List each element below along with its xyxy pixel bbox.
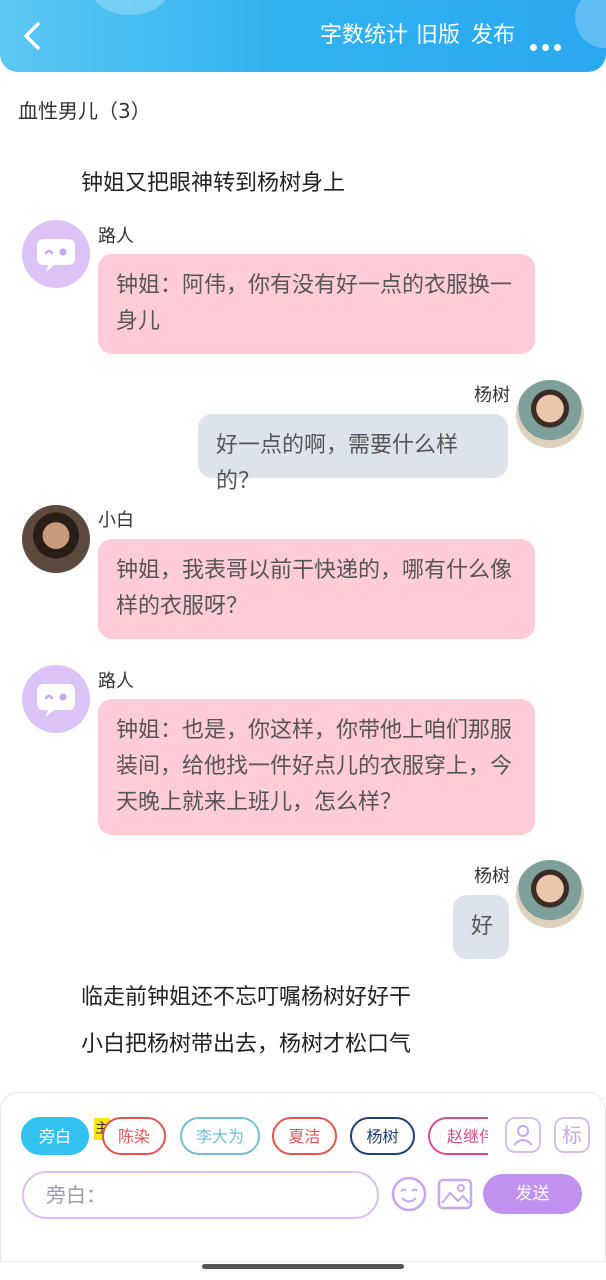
top-bar: 字数统计 旧版 发布 <box>0 0 606 72</box>
image-icon[interactable] <box>436 1175 474 1213</box>
speaker-name: 杨树 <box>474 385 510 406</box>
avatar-passerby[interactable] <box>22 665 90 733</box>
message-line: 天晚上就来上班儿，怎么样？ <box>116 790 403 815</box>
message-line: 钟姐：阿伟，你有没有好一点的衣服换一 <box>116 273 513 298</box>
role-chip-xiajie[interactable]: 夏洁 <box>272 1117 337 1155</box>
mark-button[interactable]: 标 <box>554 1117 590 1153</box>
message-line: 装间，给他找一件好点儿的衣服穿上，今 <box>116 754 513 779</box>
avatar-yangshu[interactable] <box>516 380 584 448</box>
role-chip-chenran[interactable]: 陈染 <box>102 1117 166 1155</box>
message-line: 身儿 <box>116 309 161 334</box>
speaker-name: 路人 <box>98 226 134 247</box>
add-character-icon[interactable] <box>505 1117 541 1153</box>
message-input[interactable]: 旁白： <box>22 1171 379 1219</box>
message-bubble[interactable]: 好 <box>453 895 509 959</box>
narration-text: 钟姐又把眼神转到杨树身上 <box>81 171 346 196</box>
message-bubble[interactable]: 钟姐：也是，你这样，你带他上咱们那服 装间，给他找一件好点儿的衣服穿上，今 天晚… <box>98 699 535 835</box>
message-bubble[interactable]: 好一点的啊，需要什么样的？ <box>198 414 508 494</box>
role-chip-zhaojiwei[interactable]: 赵继伟 <box>428 1117 488 1155</box>
speaker-name: 杨树 <box>474 866 510 887</box>
message-line: 钟姐：也是，你这样，你带他上咱们那服 <box>116 718 513 743</box>
speaker-name: 路人 <box>98 671 134 692</box>
message-line: 好 <box>471 914 494 939</box>
narration-text: 小白把杨树带出去，杨树才松口气 <box>81 1032 412 1057</box>
emoji-icon[interactable] <box>390 1175 428 1213</box>
message-bubble[interactable]: 钟姐，我表哥以前干快递的，哪有什么像 样的衣服呀？ <box>98 539 535 639</box>
role-chip-lidawei[interactable]: 李大为 <box>180 1117 260 1155</box>
avatar-yangshu[interactable] <box>516 860 584 928</box>
header-decoration <box>575 0 606 48</box>
message-line: 好一点的啊，需要什么样的？ <box>216 433 459 494</box>
avatar-passerby[interactable] <box>22 220 90 288</box>
message-bubble[interactable]: 钟姐：阿伟，你有没有好一点的衣服换一 身儿 <box>98 254 535 354</box>
role-chip-narrator[interactable]: 旁白 <box>21 1117 89 1155</box>
chat-bubble-icon <box>37 239 75 272</box>
old-version-button[interactable]: 旧版 <box>416 22 460 50</box>
chapter-title: 血性男儿（3） <box>18 99 151 123</box>
narration-text: 临走前钟姐还不忘叮嘱杨树好好干 <box>81 985 412 1010</box>
word-count-button[interactable]: 字数统计 <box>320 22 408 50</box>
publish-button[interactable]: 发布 <box>471 22 515 50</box>
back-icon[interactable] <box>14 18 50 54</box>
role-chip-yangshu[interactable]: 杨树 <box>350 1117 415 1155</box>
header-decoration <box>90 0 170 15</box>
home-indicator <box>202 1264 404 1269</box>
chat-bubble-icon <box>37 684 75 717</box>
speaker-name: 小白 <box>98 510 134 531</box>
avatar-xiaobai[interactable] <box>22 505 90 573</box>
more-icon[interactable] <box>530 36 566 55</box>
send-button[interactable]: 发送 <box>483 1174 582 1214</box>
message-line: 钟姐，我表哥以前干快递的，哪有什么像 <box>116 558 513 583</box>
message-line: 样的衣服呀？ <box>116 594 249 619</box>
